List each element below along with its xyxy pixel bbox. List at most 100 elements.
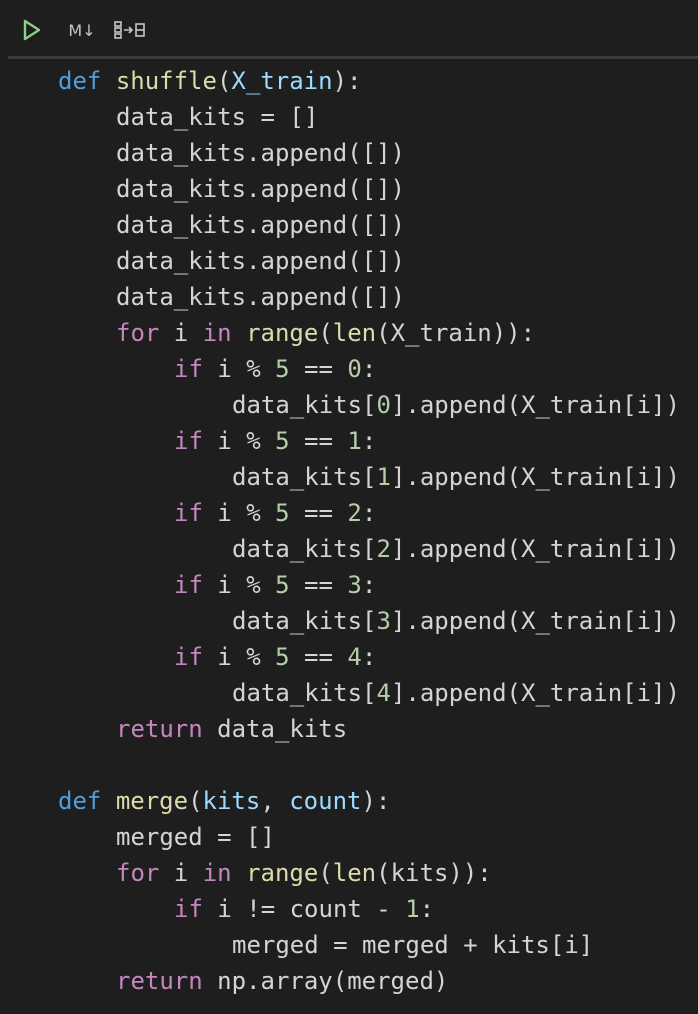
code-token: data_kits[ xyxy=(232,607,377,635)
code-token: 4 xyxy=(347,643,362,671)
code-token: == xyxy=(289,355,348,383)
code-token: len xyxy=(332,319,377,347)
code-token: data_kits[ xyxy=(232,391,377,419)
code-token: ( xyxy=(318,319,333,347)
code-token: == xyxy=(289,643,348,671)
code-token: for xyxy=(116,859,160,887)
code-token: i % xyxy=(202,571,276,599)
code-token: 5 xyxy=(275,427,290,455)
notebook-cell: M↓ def shuffle(X_train): data_kits = [] da… xyxy=(0,0,698,1014)
code-token: 5 xyxy=(275,355,290,383)
code-token: 0 xyxy=(376,391,391,419)
code-token: in xyxy=(202,319,232,347)
code-line: merged = merged + kits[i] xyxy=(8,927,680,963)
code-token: if xyxy=(174,427,203,455)
code-token: : xyxy=(361,499,377,527)
code-token: 1 xyxy=(376,463,391,491)
code-token: ): xyxy=(361,787,391,815)
code-line: data_kits.append([]) xyxy=(8,135,680,171)
code-token: data_kits.append([]) xyxy=(116,283,405,311)
code-line: data_kits = [] xyxy=(8,99,680,135)
code-line: if i % 5 == 4: xyxy=(8,639,680,675)
code-token: data_kits.append([]) xyxy=(116,139,405,167)
cell-toolbar: M↓ xyxy=(0,0,698,56)
code-token: 5 xyxy=(275,643,290,671)
code-token: i % xyxy=(202,355,276,383)
code-token: : xyxy=(361,427,377,455)
code-line: if i != count - 1: xyxy=(8,891,680,927)
code-token: == xyxy=(289,571,348,599)
code-token: if xyxy=(174,571,203,599)
code-token: 1 xyxy=(405,895,420,923)
code-token: shuffle xyxy=(115,67,217,95)
code-line: data_kits.append([]) xyxy=(8,279,680,315)
code-token: if xyxy=(174,499,203,527)
variables-button[interactable] xyxy=(108,16,152,44)
code-token: 2 xyxy=(376,535,391,563)
code-line: data_kits.append([]) xyxy=(8,243,680,279)
code-token: in xyxy=(202,859,232,887)
code-token: ].append(X_train[i]) xyxy=(390,391,680,419)
markdown-label: M↓ xyxy=(68,20,96,40)
play-icon xyxy=(22,19,42,41)
code-token: ].append(X_train[i]) xyxy=(390,679,680,707)
code-token: 2 xyxy=(347,499,362,527)
code-token: merge xyxy=(115,787,189,815)
code-line: return np.array(merged) xyxy=(8,963,680,999)
run-cell-button[interactable] xyxy=(16,16,48,44)
code-token: i % xyxy=(202,427,276,455)
code-token: data_kits.append([]) xyxy=(116,175,405,203)
code-token: i xyxy=(159,319,203,347)
code-token: i % xyxy=(202,499,276,527)
code-line: data_kits[0].append(X_train[i]) xyxy=(8,387,680,423)
code-token: ( xyxy=(318,859,333,887)
code-token: merged = merged + kits[i] xyxy=(232,931,594,959)
code-token: : xyxy=(361,355,377,383)
code-token: data_kits xyxy=(202,715,348,743)
code-token: 4 xyxy=(376,679,391,707)
code-token: if xyxy=(174,643,203,671)
code-token: data_kits.append([]) xyxy=(116,247,405,275)
code-token: i % xyxy=(202,643,276,671)
code-line: data_kits[4].append(X_train[i]) xyxy=(8,675,680,711)
code-token: data_kits = [] xyxy=(116,103,319,131)
code-token: return xyxy=(116,715,203,743)
code-line: data_kits.append([]) xyxy=(8,207,680,243)
code-token: data_kits[ xyxy=(232,679,377,707)
code-token: 1 xyxy=(347,427,362,455)
code-block[interactable]: def shuffle(X_train): data_kits = [] data_… xyxy=(8,63,680,999)
code-editor[interactable]: def shuffle(X_train): data_kits = [] data_… xyxy=(8,59,698,1014)
code-line: def merge(kits, count): xyxy=(8,783,680,819)
code-token: ( xyxy=(188,787,203,815)
code-line: data_kits.append([]) xyxy=(8,171,680,207)
code-token: (kits)): xyxy=(376,859,492,887)
code-line: if i % 5 == 3: xyxy=(8,567,680,603)
code-line: for i in range(len(X_train)): xyxy=(8,315,680,351)
code-line: def shuffle(X_train): xyxy=(8,63,680,99)
code-token: == xyxy=(289,499,348,527)
code-token: : xyxy=(361,643,377,671)
code-token: ): xyxy=(332,67,362,95)
code-line: data_kits[2].append(X_train[i]) xyxy=(8,531,680,567)
code-line: return data_kits xyxy=(8,711,680,747)
code-token: 0 xyxy=(347,355,362,383)
markdown-button[interactable]: M↓ xyxy=(60,16,104,44)
code-token: data_kits.append([]) xyxy=(116,211,405,239)
code-token: for xyxy=(116,319,160,347)
code-token: X_train xyxy=(231,67,333,95)
code-line: data_kits[3].append(X_train[i]) xyxy=(8,603,680,639)
code-token: return xyxy=(116,967,203,995)
code-token: 5 xyxy=(275,499,290,527)
code-token: data_kits[ xyxy=(232,535,377,563)
code-token: i xyxy=(159,859,203,887)
code-line: if i % 5 == 1: xyxy=(8,423,680,459)
code-line: if i % 5 == 0: xyxy=(8,351,680,387)
code-token: def xyxy=(58,67,102,95)
code-token: merged = [] xyxy=(116,823,275,851)
code-token: ( xyxy=(216,67,232,95)
code-token: len xyxy=(332,859,377,887)
